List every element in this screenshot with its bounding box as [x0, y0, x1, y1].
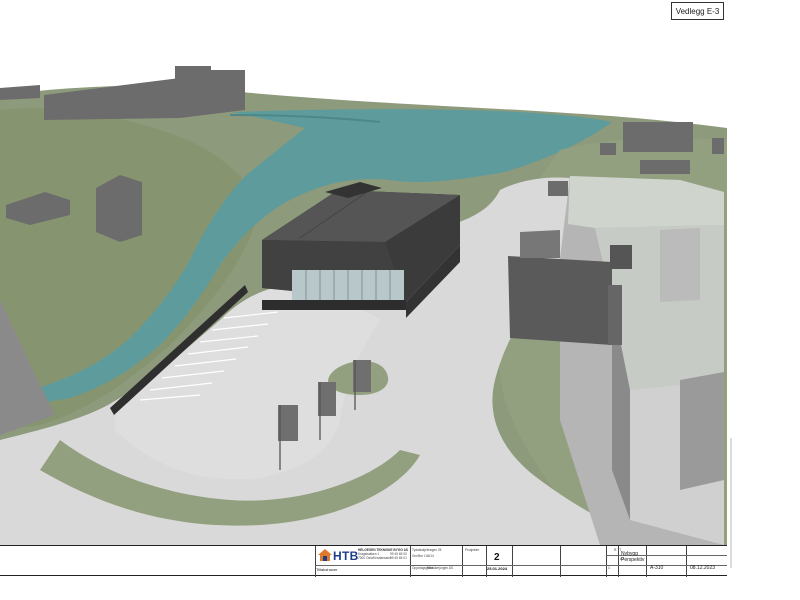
drawing-date: 08.12.2023: [690, 565, 716, 571]
project-gnr-bnr: Gnr/Bnr 146/14: [412, 554, 434, 558]
revision-date: 25.01.2024: [487, 566, 508, 571]
house-logo-icon: [318, 549, 332, 561]
revision-label: Prosjektnr: [465, 548, 480, 552]
client-label: Tiltakshaver: [316, 567, 338, 572]
company-logo-text: HTB: [333, 549, 359, 563]
drawing-number: A-310: [650, 565, 664, 571]
revision-number: 2: [494, 552, 500, 563]
render-scene: [0, 0, 727, 545]
drawing-title: Perspektiv: [621, 557, 645, 563]
drawing-sheet: Vedlegg E-3 Tiltakshaver HTB HELGESEN TE…: [0, 0, 800, 600]
project-address: Tydalsskjellvegen 25: [412, 548, 442, 552]
project-owner: Mbakkerjorgen AS: [427, 566, 454, 570]
company-address-2: 7000 Oslo/Kristiansand: [358, 556, 391, 560]
drawing-frame: Vedlegg E-3 Tiltakshaver HTB HELGESEN TE…: [0, 0, 732, 577]
appendix-label: Vedlegg E-3: [671, 2, 724, 20]
drawing-scale: 1:: [608, 566, 611, 570]
edge-marks: [730, 438, 732, 568]
company-fax: 99 45 65 01: [390, 556, 407, 560]
perspective-render: [0, 0, 727, 545]
